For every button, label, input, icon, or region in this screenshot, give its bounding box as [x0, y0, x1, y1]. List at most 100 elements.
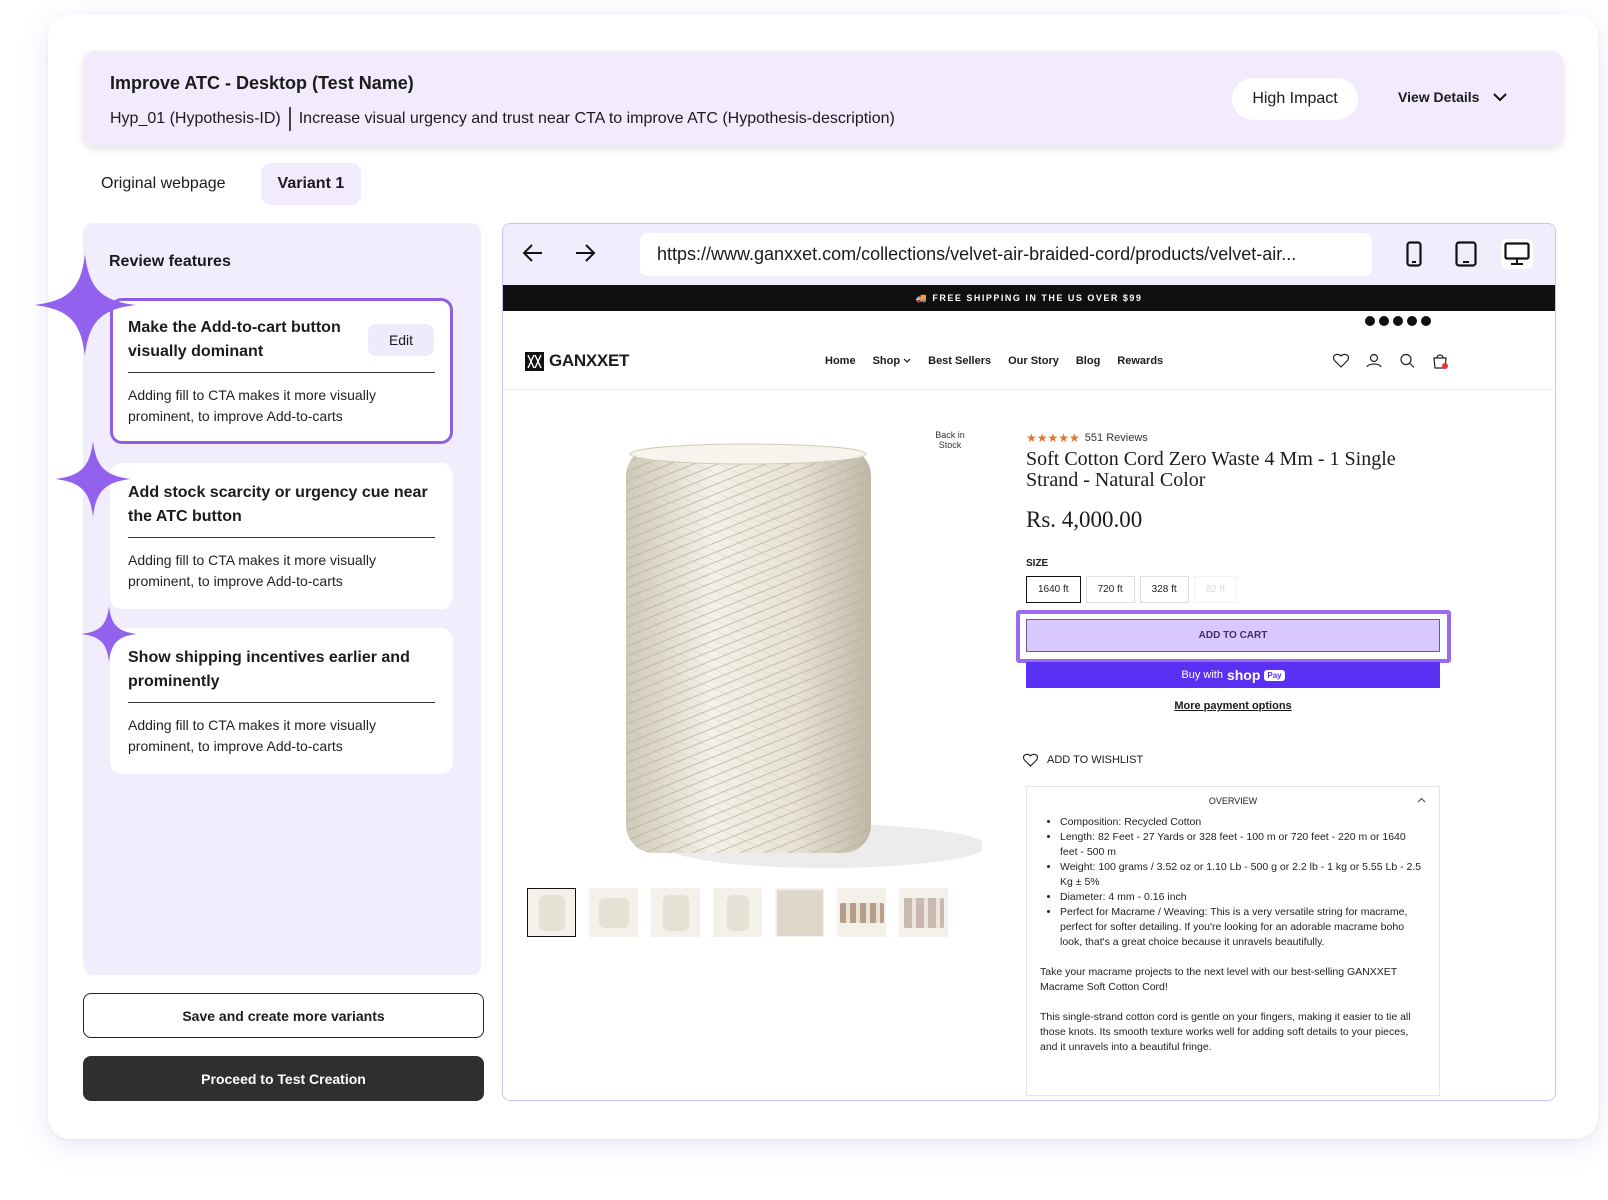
tab-original-webpage[interactable]: Original webpage	[84, 163, 243, 205]
variant-tabs: Original webpage Variant 1	[84, 163, 379, 205]
feature-card-atc-dominant[interactable]: Make the Add-to-cart button visually dom…	[110, 298, 453, 444]
feature-description: Adding fill to CTA makes it more visuall…	[128, 552, 376, 589]
test-name: Improve ATC - Desktop (Test Name)	[110, 73, 414, 93]
account-icon[interactable]	[1366, 353, 1382, 368]
product-rating[interactable]: ★★★★★ 551 Reviews	[1026, 431, 1148, 445]
cart-icon[interactable]	[1432, 353, 1448, 369]
overview-section: OVERVIEW Composition: Recycled Cotton Le…	[1026, 786, 1440, 1096]
thumbnail[interactable]	[589, 888, 638, 937]
size-option[interactable]: 720 ft	[1085, 576, 1135, 603]
pinterest-icon[interactable]	[1407, 316, 1417, 326]
facebook-icon[interactable]	[1379, 316, 1389, 326]
hypothesis-description: Increase visual urgency and trust near C…	[298, 110, 895, 127]
review-features-panel: Review features Make the Add-to-cart but…	[83, 223, 481, 975]
desktop-view-button[interactable]	[1501, 239, 1533, 269]
url-bar[interactable]: https://www.ganxxet.com/collections/velv…	[640, 233, 1372, 276]
feature-description: Adding fill to CTA makes it more visuall…	[128, 717, 376, 754]
header-icons	[1333, 353, 1448, 369]
view-details-label: View Details	[1398, 89, 1480, 105]
feature-title: Add stock scarcity or urgency cue near t…	[128, 484, 428, 525]
list-item: Length: 82 Feet - 27 Yards or 328 feet -…	[1060, 830, 1426, 860]
mobile-view-button[interactable]	[1398, 239, 1430, 269]
thumbnail[interactable]	[775, 888, 824, 937]
menu-item-blog[interactable]: Blog	[1076, 355, 1100, 367]
divider	[128, 537, 435, 538]
wishlist-label: ADD TO WISHLIST	[1047, 754, 1144, 766]
browser-toolbar: https://www.ganxxet.com/collections/velv…	[503, 224, 1555, 285]
menu-item-rewards[interactable]: Rewards	[1117, 355, 1163, 367]
edit-button[interactable]: Edit	[368, 324, 434, 356]
main-menu: Home Shop Best Sellers Our Story Blog Re…	[825, 355, 1163, 367]
size-option[interactable]: 1640 ft	[1026, 576, 1081, 603]
test-header: Improve ATC - Desktop (Test Name) Hyp_01…	[83, 51, 1563, 146]
product-thumbnails	[527, 888, 948, 937]
overview-paragraph: This single-strand cotton cord is gentle…	[1040, 1011, 1411, 1053]
chevron-up-icon	[1417, 797, 1426, 803]
list-item: Weight: 100 grams / 3.52 oz or 1.10 Lb -…	[1060, 860, 1426, 890]
shipping-banner: 🚚 FREE SHIPPING IN THE US OVER $99	[503, 285, 1555, 311]
thumbnail[interactable]	[899, 888, 948, 937]
feature-description: Adding fill to CTA makes it more visuall…	[128, 387, 376, 424]
feature-title: Show shipping incentives earlier and pro…	[128, 649, 410, 690]
menu-item-our-story[interactable]: Our Story	[1008, 355, 1059, 367]
site-logo[interactable]: GANXXET	[525, 351, 629, 371]
save-variants-button[interactable]: Save and create more variants	[83, 993, 484, 1038]
feature-title: Make the Add-to-cart button visually dom…	[128, 319, 341, 360]
view-details-button[interactable]: View Details	[1398, 89, 1508, 105]
proceed-test-creation-button[interactable]: Proceed to Test Creation	[83, 1056, 484, 1101]
stars-icon: ★★★★★	[1026, 431, 1080, 445]
menu-item-best-sellers[interactable]: Best Sellers	[928, 355, 991, 367]
heart-icon[interactable]	[1333, 353, 1349, 368]
divider	[128, 702, 435, 703]
back-in-stock-label: Back in Stock	[935, 430, 965, 450]
thumbnail[interactable]	[651, 888, 700, 937]
chevron-down-icon	[903, 358, 911, 363]
heart-icon	[1023, 753, 1038, 767]
tablet-view-button[interactable]	[1450, 239, 1482, 269]
menu-item-shop[interactable]: Shop	[873, 355, 912, 367]
search-icon[interactable]	[1399, 353, 1415, 368]
more-payment-options-link[interactable]: More payment options	[1026, 700, 1440, 712]
overview-header[interactable]: OVERVIEW	[1040, 787, 1426, 815]
thumbnail[interactable]	[837, 888, 886, 937]
size-options: 1640 ft 720 ft 328 ft 82 ft	[1026, 576, 1238, 603]
feature-card-scarcity[interactable]: Add stock scarcity or urgency cue near t…	[110, 463, 453, 609]
list-item: Perfect for Macrame / Weaving: This is a…	[1060, 905, 1426, 950]
product-title: Soft Cotton Cord Zero Waste 4 Mm - 1 Sin…	[1026, 448, 1396, 491]
thumbnail[interactable]	[713, 888, 762, 937]
tiktok-icon[interactable]	[1421, 316, 1431, 326]
menu-item-home[interactable]: Home	[825, 355, 856, 367]
buy-with-label: Buy with	[1181, 669, 1223, 681]
tablet-icon	[1455, 241, 1477, 267]
logo-mark-icon	[525, 351, 544, 371]
size-option[interactable]: 82 ft	[1193, 576, 1238, 603]
mobile-icon	[1406, 241, 1422, 267]
desktop-icon	[1504, 242, 1530, 265]
product-price: Rs. 4,000.00	[1026, 507, 1143, 532]
pay-badge: Pay	[1264, 669, 1285, 681]
sparkle-icon	[34, 254, 136, 356]
forward-arrow-icon[interactable]	[574, 242, 596, 264]
feature-card-shipping[interactable]: Show shipping incentives earlier and pro…	[110, 628, 453, 774]
add-to-cart-button[interactable]: ADD TO CART	[1026, 619, 1440, 652]
shop-pay-button[interactable]: Buy with shop Pay	[1026, 662, 1440, 688]
back-arrow-icon[interactable]	[522, 242, 544, 264]
tab-variant-1[interactable]: Variant 1	[260, 163, 362, 205]
youtube-icon[interactable]	[1393, 316, 1403, 326]
sparkle-icon	[81, 606, 137, 662]
social-links	[1365, 316, 1431, 326]
impact-badge: High Impact	[1232, 78, 1358, 120]
hypothesis-id: Hyp_01 (Hypothesis-ID)	[110, 110, 281, 127]
size-option[interactable]: 328 ft	[1139, 576, 1189, 603]
instagram-icon[interactable]	[1365, 316, 1375, 326]
overview-paragraph: Take your macrame projects to the next l…	[1040, 966, 1397, 993]
divider	[288, 107, 291, 131]
logo-text: GANXXET	[549, 351, 630, 370]
chevron-down-icon	[1493, 92, 1508, 101]
overview-title: OVERVIEW	[1208, 796, 1258, 806]
product-image[interactable]	[626, 438, 982, 878]
add-to-wishlist-button[interactable]: ADD TO WISHLIST	[1023, 753, 1143, 767]
menu-item-label: Shop	[872, 355, 901, 367]
thumbnail[interactable]	[527, 888, 576, 937]
hypothesis-line: Hyp_01 (Hypothesis-ID) Increase visual u…	[110, 107, 895, 131]
